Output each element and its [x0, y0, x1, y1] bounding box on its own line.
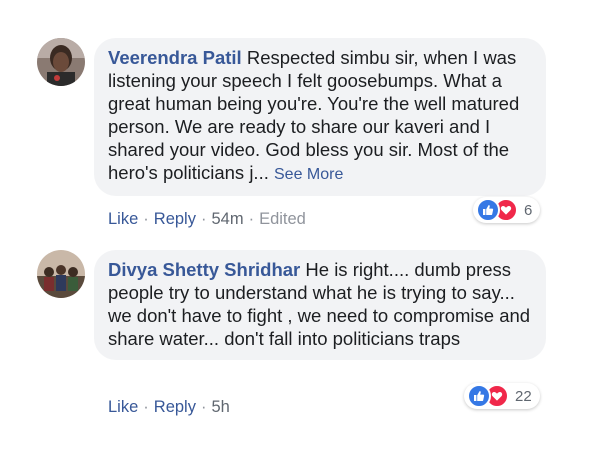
reactions-badge[interactable]: 22 [464, 383, 540, 409]
reaction-count: 22 [515, 387, 532, 405]
separator: · [200, 210, 207, 228]
separator: · [248, 210, 255, 228]
comment-actions: Like · Reply · 5h [108, 398, 230, 417]
comment-bubble: Divya Shetty Shridhar He is right.... du… [94, 250, 546, 360]
like-reaction-icon [467, 384, 491, 408]
like-link[interactable]: Like [108, 398, 138, 416]
separator: · [200, 398, 207, 416]
comment-author[interactable]: Divya Shetty Shridhar [108, 259, 300, 280]
edited-label[interactable]: Edited [259, 210, 306, 228]
reply-link[interactable]: Reply [154, 210, 196, 228]
like-link[interactable]: Like [108, 210, 138, 228]
reaction-count: 6 [524, 201, 533, 219]
separator: · [143, 210, 149, 228]
timestamp[interactable]: 54m [211, 210, 243, 228]
reply-link[interactable]: Reply [154, 398, 196, 416]
avatar[interactable] [37, 38, 85, 86]
comment-bubble: Veerendra Patil Respected simbu sir, whe… [94, 38, 546, 196]
see-more-link[interactable]: See More [274, 166, 343, 183]
reactions-badge[interactable]: 6 [473, 197, 541, 223]
comment-actions: Like · Reply · 54m · Edited [108, 210, 306, 229]
avatar[interactable] [37, 250, 85, 298]
like-reaction-icon [476, 198, 500, 222]
timestamp[interactable]: 5h [211, 398, 229, 416]
separator: · [143, 398, 149, 416]
comment-author[interactable]: Veerendra Patil [108, 47, 242, 68]
